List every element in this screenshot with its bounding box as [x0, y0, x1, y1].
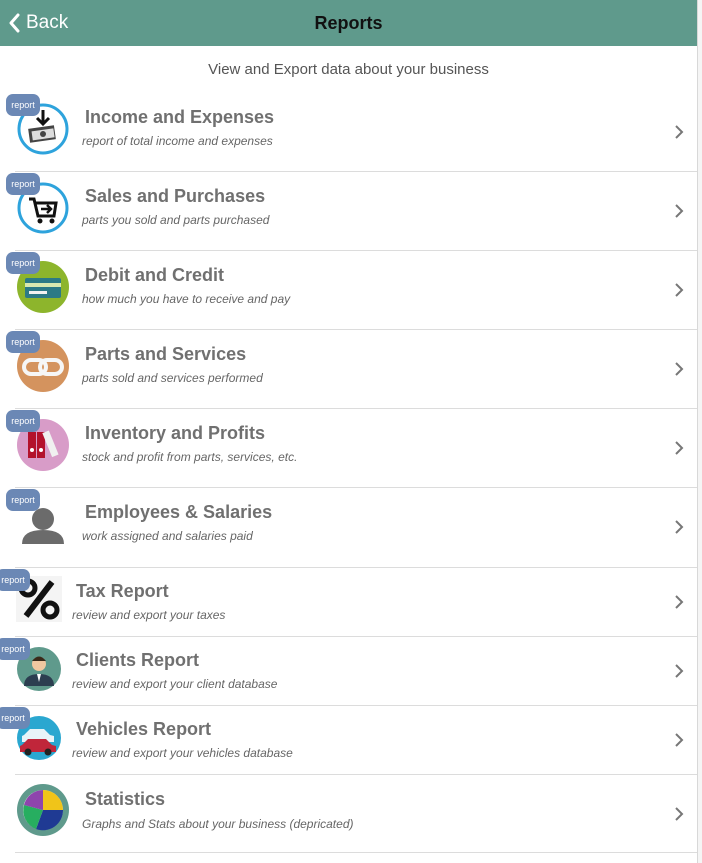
report-item-parts-services[interactable]: report Parts and Services parts sold and… — [0, 330, 697, 409]
report-item-clients-report[interactable]: report Clients Report review and export … — [0, 637, 697, 706]
report-item-description: stock and profit from parts, services, e… — [82, 450, 298, 464]
report-badge: report — [6, 489, 40, 511]
report-item-title: Statistics — [85, 789, 166, 809]
report-item-statistics[interactable]: Statistics Graphs and Stats about your b… — [0, 775, 697, 853]
chevron-right-icon — [675, 595, 684, 609]
report-badge: report — [6, 410, 40, 432]
chevron-right-icon — [675, 733, 684, 747]
report-item-title: Income and Expenses — [85, 107, 275, 127]
report-item-title: Clients Report — [76, 650, 200, 670]
report-item-vehicles-report[interactable]: report Vehicles Report review and export… — [0, 706, 697, 775]
report-item-title: Vehicles Report — [76, 719, 212, 739]
report-item-description: review and export your taxes — [72, 608, 226, 622]
chevron-right-icon — [675, 362, 684, 376]
report-badge: report — [6, 331, 40, 353]
app-header: Back Reports — [0, 0, 697, 46]
report-item-description: Graphs and Stats about your business (de… — [82, 817, 354, 831]
page-subtitle: View and Export data about your business — [208, 61, 489, 78]
report-item-tax-report[interactable]: report Tax Report review and export your… — [0, 568, 697, 637]
report-item-title: Sales and Purchases — [85, 186, 266, 206]
report-item-description: parts you sold and parts purchased — [82, 213, 270, 227]
report-item-description: how much you have to receive and pay — [82, 292, 291, 306]
report-badge: report — [0, 569, 30, 591]
report-item-description: parts sold and services performed — [82, 371, 263, 385]
divider — [15, 852, 697, 853]
report-item-employees-salaries[interactable]: report Employees & Salaries work assigne… — [0, 488, 697, 568]
pie-chart-icon — [17, 784, 69, 836]
report-item-debit-credit[interactable]: report Debit and Credit how much you hav… — [0, 251, 697, 330]
chevron-right-icon — [675, 664, 684, 678]
report-item-title: Employees & Salaries — [85, 502, 273, 522]
chevron-right-icon — [675, 441, 684, 455]
chevron-right-icon — [675, 283, 684, 297]
report-badge: report — [6, 173, 40, 195]
report-badge: report — [6, 252, 40, 274]
report-item-description: work assigned and salaries paid — [82, 529, 253, 543]
report-badge: report — [0, 638, 30, 660]
report-item-title: Parts and Services — [85, 344, 247, 364]
report-badge: report — [6, 94, 40, 116]
report-item-title: Debit and Credit — [85, 265, 225, 285]
report-item-sales-purchases[interactable]: report Sales and Purchases parts you sol… — [0, 172, 697, 251]
report-item-income-expenses[interactable]: report Income and Expenses report of tot… — [0, 92, 697, 172]
report-badge: report — [0, 707, 30, 729]
scrollbar-track[interactable] — [697, 0, 702, 863]
report-item-description: review and export your vehicles database — [72, 746, 293, 760]
report-item-inventory-profits[interactable]: report Inventory and Profits stock and p… — [0, 409, 697, 488]
report-item-description: report of total income and expenses — [82, 134, 273, 148]
chevron-right-icon — [675, 807, 684, 821]
report-item-title: Tax Report — [76, 581, 169, 601]
report-item-title: Inventory and Profits — [85, 423, 266, 443]
chevron-right-icon — [675, 520, 684, 534]
report-item-description: review and export your client database — [72, 677, 278, 691]
chevron-right-icon — [675, 204, 684, 218]
page-title: Reports — [314, 13, 383, 33]
chevron-right-icon — [675, 125, 684, 139]
